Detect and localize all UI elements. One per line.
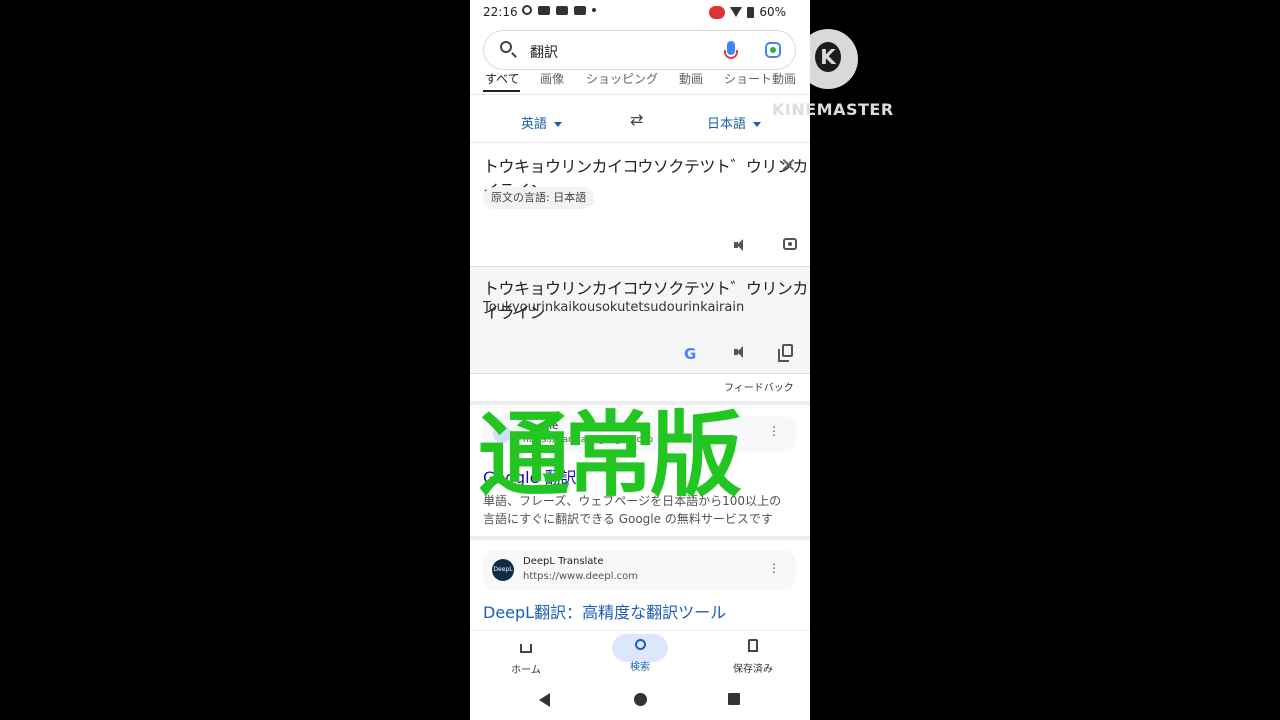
- bottom-navigation: ホーム 検索 保存済み: [470, 630, 810, 683]
- search-icon: [500, 41, 512, 53]
- speaker-icon[interactable]: [734, 346, 746, 358]
- nav-saved[interactable]: 保存済み: [713, 637, 793, 675]
- status-time: 22:16: [483, 5, 518, 19]
- detected-language-chip: 原文の言語: 日本語: [483, 187, 595, 209]
- tab-images[interactable]: 画像: [540, 72, 564, 87]
- search-bar[interactable]: 翻訳: [483, 30, 796, 70]
- chevron-down-icon: [554, 122, 563, 127]
- copy-icon[interactable]: [778, 344, 793, 362]
- kinemaster-watermark: KINEMASTER: [772, 100, 894, 119]
- status-bar: 22:16 60%: [470, 0, 810, 24]
- kinemaster-k-icon: K: [815, 42, 841, 72]
- battery-icon: [747, 6, 755, 18]
- home-icon: [520, 644, 532, 653]
- active-tab-indicator: [483, 90, 520, 92]
- deepl-favicon: DeepL: [492, 559, 514, 581]
- google-icon[interactable]: G: [684, 345, 696, 363]
- recents-icon[interactable]: [728, 693, 740, 705]
- overlay-caption: 通常版: [478, 402, 742, 509]
- screen-record-icon: [709, 5, 726, 19]
- close-icon[interactable]: ✕: [780, 153, 797, 177]
- search-tabs: すべて 画像 ショッピング 動画 ショート動画: [470, 72, 810, 95]
- google-lens-icon[interactable]: [765, 42, 781, 58]
- search-input[interactable]: 翻訳: [530, 42, 558, 62]
- battery-percent: 60%: [759, 5, 786, 19]
- feedback-link[interactable]: フィードバック: [724, 379, 794, 394]
- camera-translate-icon[interactable]: [783, 238, 797, 250]
- notification-icon: [522, 5, 532, 15]
- kinemaster-logo: K: [798, 29, 858, 89]
- translated-text: トウキョウリンカイコウソクテツト゛ウリンカイライン: [483, 279, 808, 322]
- target-language-dropdown[interactable]: 日本語: [707, 113, 762, 132]
- source-text-panel: トウキョウリンカイコウソクテツト゛ウリンカイライン ✕ 原文の言語: 日本語: [470, 143, 810, 265]
- system-navigation-bar: [470, 682, 810, 720]
- tab-shopping[interactable]: ショッピング: [586, 72, 658, 87]
- tab-shorts[interactable]: ショート動画: [724, 72, 796, 87]
- source-language-dropdown[interactable]: 英語: [521, 113, 563, 132]
- more-options-icon[interactable]: ⋮: [768, 424, 780, 438]
- home-circle-icon[interactable]: [634, 693, 647, 706]
- result-title-link[interactable]: DeepL翻訳：高精度な翻訳ツール: [483, 599, 726, 623]
- speaker-icon[interactable]: [734, 239, 746, 251]
- result-url: https://www.deepl.com: [523, 571, 638, 582]
- more-notifications-icon: [592, 8, 596, 12]
- nav-home[interactable]: ホーム: [486, 637, 566, 676]
- phone-screen: 22:16 60% 翻訳 すべて 画像 ショッピング 動画 ショート動画 英語 …: [470, 0, 810, 720]
- tab-all[interactable]: すべて: [485, 72, 520, 87]
- tab-videos[interactable]: 動画: [679, 72, 703, 87]
- youtube-icon: [556, 5, 568, 15]
- search-result-deepl[interactable]: DeepL DeepL Translate https://www.deepl.…: [470, 540, 810, 630]
- youtube-icon: [538, 5, 550, 15]
- app-notification-icon: [574, 5, 586, 15]
- back-icon[interactable]: [539, 693, 550, 707]
- nav-search[interactable]: 検索: [600, 637, 680, 673]
- translation-result-panel: トウキョウリンカイコウソクテツト゛ウリンカイライン Toukyourinkaik…: [470, 266, 810, 374]
- result-site-name: DeepL Translate: [523, 556, 604, 567]
- romanization-text: Toukyourinkaikousokutetsudourinkairain: [483, 300, 745, 315]
- swap-arrows-icon[interactable]: ⇄: [630, 110, 643, 129]
- microphone-icon[interactable]: [724, 41, 738, 59]
- bookmark-icon: [748, 639, 758, 652]
- search-icon: [634, 639, 646, 650]
- chevron-down-icon: [753, 122, 762, 127]
- wifi-icon: [730, 7, 743, 17]
- result-source-header: DeepL DeepL Translate https://www.deepl.…: [483, 550, 796, 590]
- more-options-icon[interactable]: ⋮: [768, 561, 780, 575]
